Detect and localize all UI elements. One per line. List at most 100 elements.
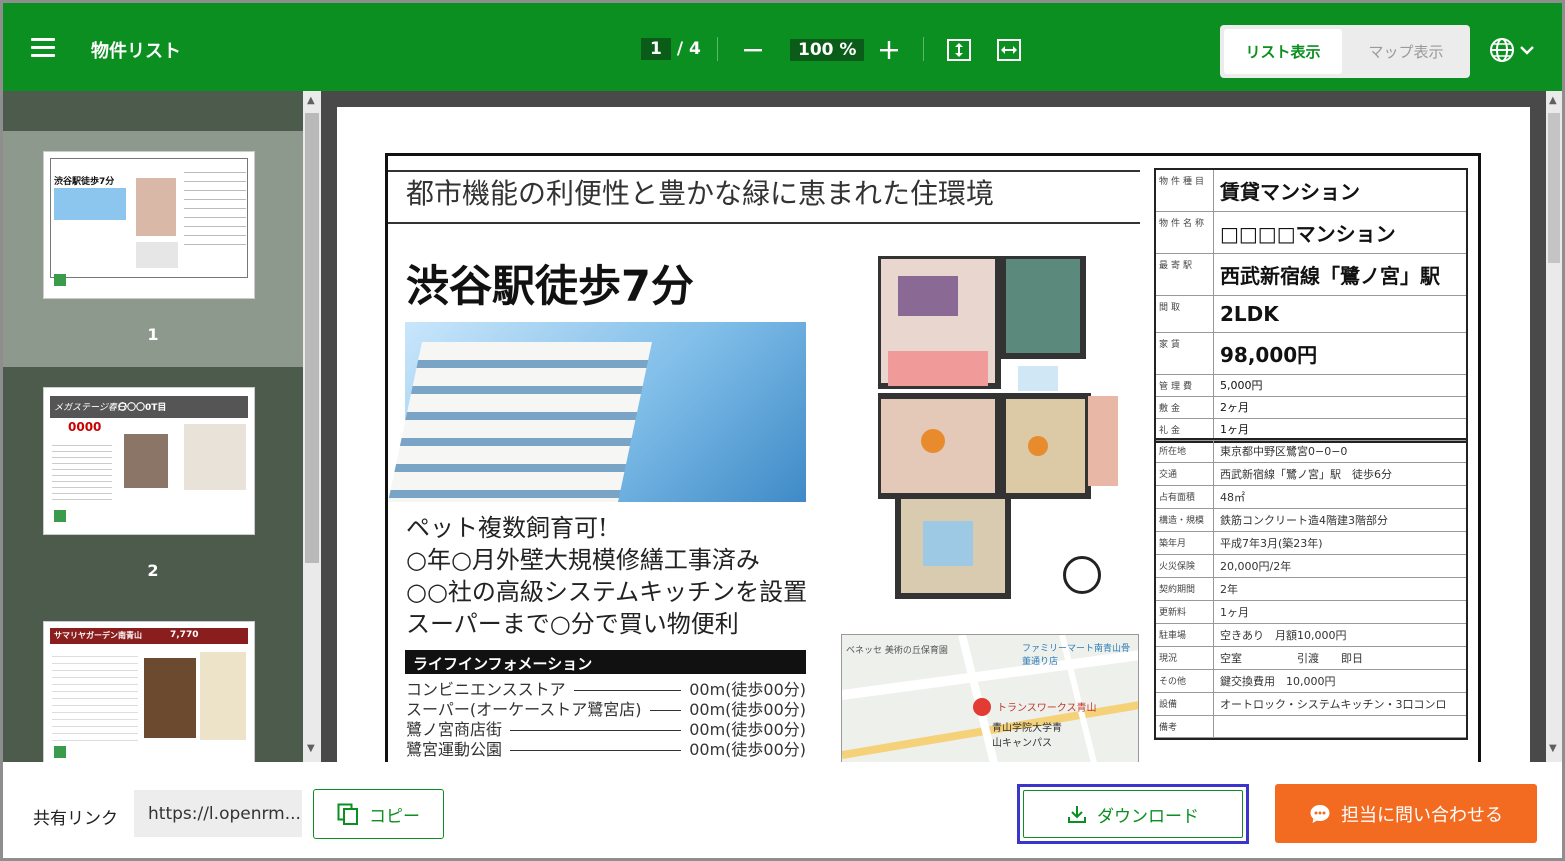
thumb-block: 〇〇〇0T目 xyxy=(118,403,167,413)
share-url-field[interactable]: https://l.openrm... xyxy=(134,790,302,837)
thumbnail-item[interactable]: サマリヤガーデン南青山 7,770 xyxy=(3,603,303,762)
download-button-label: ダウンロード xyxy=(1097,806,1199,827)
document-page: 都市機能の利便性と豊かな緑に恵まれた住環境 渋谷駅徒歩7分 ペット複数飼育可! … xyxy=(337,107,1530,762)
table-value: 2ヶ月 xyxy=(1220,401,1249,414)
table-row: 更新料 1ヶ月 xyxy=(1156,601,1466,624)
table-row: その他 鍵交換費用 10,000円 xyxy=(1156,670,1466,693)
hamburger-menu-icon[interactable] xyxy=(31,38,55,58)
viewer-scroll-thumb[interactable] xyxy=(1548,113,1560,263)
sidebar-scroll-thumb[interactable] xyxy=(305,113,319,563)
language-selector[interactable] xyxy=(1489,37,1535,63)
table-value: 2年 xyxy=(1220,583,1238,596)
map-label: 青山学院大学青山キャンパス xyxy=(992,723,1062,749)
table-key: 火災保険 xyxy=(1156,555,1214,577)
life-info-list: コンビニエンスストア 00m(徒歩00分) スーパー(オーケーストア鷺宮店) 00m… xyxy=(406,680,806,760)
tab-list-view[interactable]: リスト表示 xyxy=(1224,29,1342,74)
table-row: 交通 西武新宿線「鷺ノ宮」駅 徒歩6分 xyxy=(1156,463,1466,486)
download-button[interactable]: ダウンロード xyxy=(1017,784,1249,844)
copy-icon xyxy=(337,803,358,825)
sidebar-scrollbar[interactable]: ▲ ▼ xyxy=(303,91,321,762)
view-toggle: リスト表示 マップ表示 xyxy=(1220,25,1470,78)
table-key: 契約期間 xyxy=(1156,578,1214,600)
feature-line: ○年○月外壁大規模修繕工事済み xyxy=(406,546,760,574)
page-thumbnail[interactable]: メガステージ春日 〇〇〇0T目 0000 xyxy=(43,387,255,535)
scroll-up-icon[interactable]: ▲ xyxy=(1549,95,1557,106)
page-thumbnail[interactable]: 渋谷駅徒歩7分 xyxy=(43,151,255,299)
table-row: 備考 xyxy=(1156,716,1466,738)
viewer-scrollbar[interactable]: ▲ ▼ xyxy=(1546,91,1562,762)
table-key: 物件名称 xyxy=(1156,212,1214,253)
table-row: 築年月 平成7年3月(築23年) xyxy=(1156,532,1466,555)
page-indicator: 1 / 4 xyxy=(641,38,701,60)
feature-line: ペット複数飼育可! xyxy=(406,514,608,542)
map-label: ファミリーマート南青山骨董通り店 xyxy=(1022,644,1131,667)
facility-name: 鷺ノ宮商店街 xyxy=(406,720,503,739)
feature-line: ○○社の高級システムキッチンを設置 xyxy=(406,578,808,606)
flyer-big-title: 渋谷駅徒歩7分 xyxy=(406,262,694,312)
floor-plan-image xyxy=(878,256,1118,599)
share-link-label: 共有リンク xyxy=(33,809,118,829)
table-key: 更新料 xyxy=(1156,601,1214,623)
table-row: 間取 2LDK xyxy=(1156,296,1466,333)
table-key: 占有面積 xyxy=(1156,486,1214,508)
table-key: 駐車場 xyxy=(1156,624,1214,646)
copy-button-label: コピー xyxy=(369,806,420,827)
table-key: 敷金 xyxy=(1156,397,1214,418)
thumb-tag: メガステージ春日 xyxy=(54,403,126,413)
copy-button[interactable]: コピー xyxy=(313,789,444,839)
feature-line: スーパーまで○分で買い物便利 xyxy=(406,610,739,638)
scroll-down-icon[interactable]: ▼ xyxy=(1549,743,1557,754)
thumb-title: 渋谷駅徒歩7分 xyxy=(54,177,115,187)
zoom-in-icon[interactable] xyxy=(875,36,903,64)
facility-name: コンビニエンスストア xyxy=(406,680,566,699)
location-map: トランスワークス青山 青山学院大学青山キャンパス ファミリーマート南青山骨董通り… xyxy=(841,634,1139,762)
table-key: 管理費 xyxy=(1156,375,1214,396)
table-key: 現況 xyxy=(1156,647,1214,669)
zoom-out-icon[interactable] xyxy=(739,36,767,64)
table-key: 備考 xyxy=(1156,716,1214,737)
table-row: 構造・規模 鉄筋コンクリート造4階建3階部分 xyxy=(1156,509,1466,532)
table-row: 最寄駅 西武新宿線「鷺ノ宮」駅 xyxy=(1156,254,1466,296)
thumb-price: 0000 xyxy=(68,420,102,434)
table-value: 1ヶ月 xyxy=(1220,423,1249,436)
table-key: 最寄駅 xyxy=(1156,254,1214,295)
fit-height-icon[interactable] xyxy=(945,36,973,64)
table-row: 火災保険 20,000円/2年 xyxy=(1156,555,1466,578)
table-value: 東京都中野区鷺宮0−0−0 xyxy=(1220,445,1348,458)
scroll-up-icon[interactable]: ▲ xyxy=(307,95,315,106)
fit-width-icon[interactable] xyxy=(995,36,1023,64)
document-viewer: 都市機能の利便性と豊かな緑に恵まれた住環境 渋谷駅徒歩7分 ペット複数飼育可! … xyxy=(321,91,1546,762)
thumb-page-number: 1 xyxy=(147,325,159,344)
table-key: 物件種目 xyxy=(1156,170,1214,211)
property-summary-table: 物件種目 賃貸マンション 物件名称 □□□□マンション 最寄駅 西武新宿線「鷺ノ宮」駅 間取… xyxy=(1154,168,1468,443)
thumbnail-item[interactable]: メガステージ春日 〇〇〇0T目 0000 2 xyxy=(3,367,303,603)
table-value: 20,000円/2年 xyxy=(1220,560,1292,573)
table-key: 設備 xyxy=(1156,693,1214,715)
facility-name: 鷺宮運動公園 xyxy=(406,740,503,759)
table-value xyxy=(1214,716,1466,737)
thumbnail-item[interactable]: 渋谷駅徒歩7分 1 xyxy=(3,131,303,367)
page-thumbnail[interactable]: サマリヤガーデン南青山 7,770 xyxy=(43,621,255,762)
contact-agent-button[interactable]: 担当に問い合わせる xyxy=(1275,784,1537,843)
table-value: 空室 引渡 即日 xyxy=(1220,652,1363,665)
flyer-headline: 都市機能の利便性と豊かな緑に恵まれた住環境 xyxy=(406,177,995,210)
page-thumbnail-sidebar: 渋谷駅徒歩7分 1 メガステージ春日 〇〇〇0T目 0000 2 サマリヤガーデ… xyxy=(3,91,303,762)
current-page-input[interactable]: 1 xyxy=(641,38,671,60)
map-label: トランスワークス青山 xyxy=(997,703,1097,714)
scroll-down-icon[interactable]: ▼ xyxy=(307,743,315,754)
table-value: 48㎡ xyxy=(1220,491,1245,504)
download-icon xyxy=(1068,806,1086,823)
table-value: 2LDK xyxy=(1220,302,1279,326)
tab-map-view[interactable]: マップ表示 xyxy=(1346,29,1466,74)
table-row: 管理費 5,000円 xyxy=(1156,375,1466,397)
table-key: 間取 xyxy=(1156,296,1214,332)
table-row: 現況 空室 引渡 即日 xyxy=(1156,647,1466,670)
table-row: 占有面積 48㎡ xyxy=(1156,486,1466,509)
compass-icon xyxy=(1063,556,1101,594)
table-value: 賃貸マンション xyxy=(1220,180,1360,204)
feature-list: ペット複数飼育可! ○年○月外壁大規模修繕工事済み ○○社の高級システムキッチン… xyxy=(406,512,807,640)
table-value: 1ヶ月 xyxy=(1220,606,1249,619)
contact-button-label: 担当に問い合わせる xyxy=(1341,804,1503,826)
facility-name: スーパー(オーケーストア鷺宮店) xyxy=(406,700,642,719)
table-value: 5,000円 xyxy=(1220,379,1263,392)
